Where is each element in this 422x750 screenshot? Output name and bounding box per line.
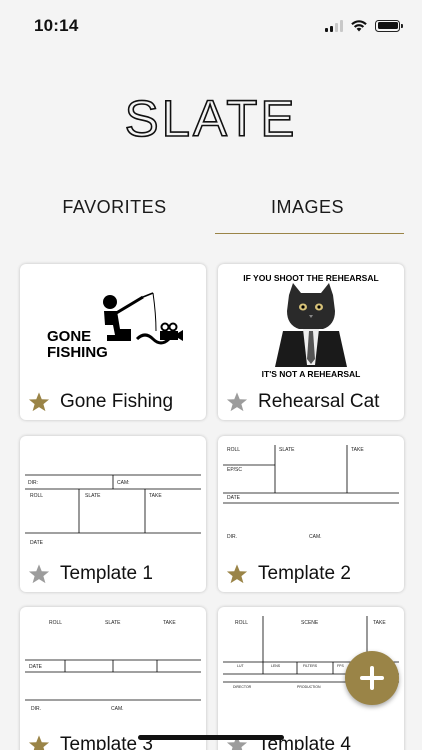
status-icons [325,19,403,32]
template-label: DIR: [28,480,38,486]
template-label: DATE [30,540,44,546]
card-title: Rehearsal Cat [258,391,380,412]
template-label: SCENE [301,620,319,626]
card-title: Gone Fishing [60,391,174,412]
card-image-text-line1: GONE [47,328,91,345]
card-image-caption-top: IF YOU SHOOT THE REHEARSAL [243,273,378,283]
card-title: Template 2 [258,563,351,584]
template-label: SLATE [279,447,295,453]
template-label: ROLL [30,493,43,499]
card-image: IF YOU SHOOT THE REHEARSAL IT'S NOT A RE… [243,273,378,379]
template-label: TAKE [163,620,176,626]
template-label: LENS [271,664,281,668]
template-label: DIRECTOR [233,685,252,689]
signal-icon [325,19,343,32]
template-label: DIR. [31,706,41,712]
card-image-caption-bottom: IT'S NOT A REHEARSAL [262,369,361,379]
template-label: ROLL [49,620,62,626]
image-card-gone-fishing[interactable]: GONE FISHING Gone Fishing [20,264,206,420]
wifi-icon [351,20,367,32]
add-image-button[interactable] [345,651,399,705]
template-label: CAM. [309,534,322,540]
card-title: Template 1 [60,563,153,584]
plus-icon [360,666,384,690]
template-label: SLATE [85,493,101,499]
card-footer: Template 2 [218,556,404,592]
template-label: SLATE [105,620,121,626]
tab-bar: FAVORITES IMAGES [18,190,404,234]
star-icon-outline[interactable] [28,563,50,585]
template-label: FILTERS [303,664,318,668]
template-label: LUT [237,664,244,668]
template-label: TAKE [149,493,162,499]
battery-icon [375,19,403,32]
star-icon-filled[interactable] [226,563,248,585]
card-image: ROLL SLATE TAKE EP/SC DATE DIR. CAM. [223,445,399,540]
template-label: EP/SC [227,467,242,473]
home-indicator [138,735,284,740]
image-card-template-3[interactable]: ROLL SLATE TAKE DATE DIR. CAM. Template … [20,607,206,750]
card-image: GONE FISHING [47,292,183,361]
template-label: TAKE [373,620,386,626]
star-icon-filled[interactable] [28,734,50,750]
template-label: ROLL [227,447,240,453]
tab-images[interactable]: IMAGES [211,190,404,234]
image-card-rehearsal-cat[interactable]: IF YOU SHOOT THE REHEARSAL IT'S NOT A RE… [218,264,404,420]
template-label: DIR. [227,534,237,540]
card-image: DIR: CAM: ROLL SLATE TAKE DATE [25,474,201,546]
image-card-template-1[interactable]: DIR: CAM: ROLL SLATE TAKE DATE Template … [20,436,206,592]
template-label: DATE [29,664,43,670]
template-label: PRODUCTION [297,685,321,689]
status-bar: 10:14 [0,0,422,50]
template-label: CAM: [117,480,130,486]
card-footer: Gone Fishing [20,384,206,420]
card-image-text-line2: FISHING [47,344,108,361]
card-footer: Rehearsal Cat [218,384,404,420]
logo-text: SLATE [125,92,298,144]
star-icon-filled[interactable] [28,391,50,413]
image-card-template-2[interactable]: ROLL SLATE TAKE EP/SC DATE DIR. CAM. Tem… [218,436,404,592]
star-icon-outline[interactable] [226,391,248,413]
card-image: ROLL SLATE TAKE DATE DIR. CAM. [25,620,201,712]
template-label: FPS [337,664,344,668]
slate-logo: SLATE [124,92,298,144]
card-footer: Template 1 [20,556,206,592]
tab-favorites[interactable]: FAVORITES [18,190,211,234]
template-label: ROLL [235,620,248,626]
template-label: TAKE [351,447,364,453]
template-label: DATE [227,495,241,501]
status-time: 10:14 [34,16,79,35]
template-label: CAM. [111,706,124,712]
